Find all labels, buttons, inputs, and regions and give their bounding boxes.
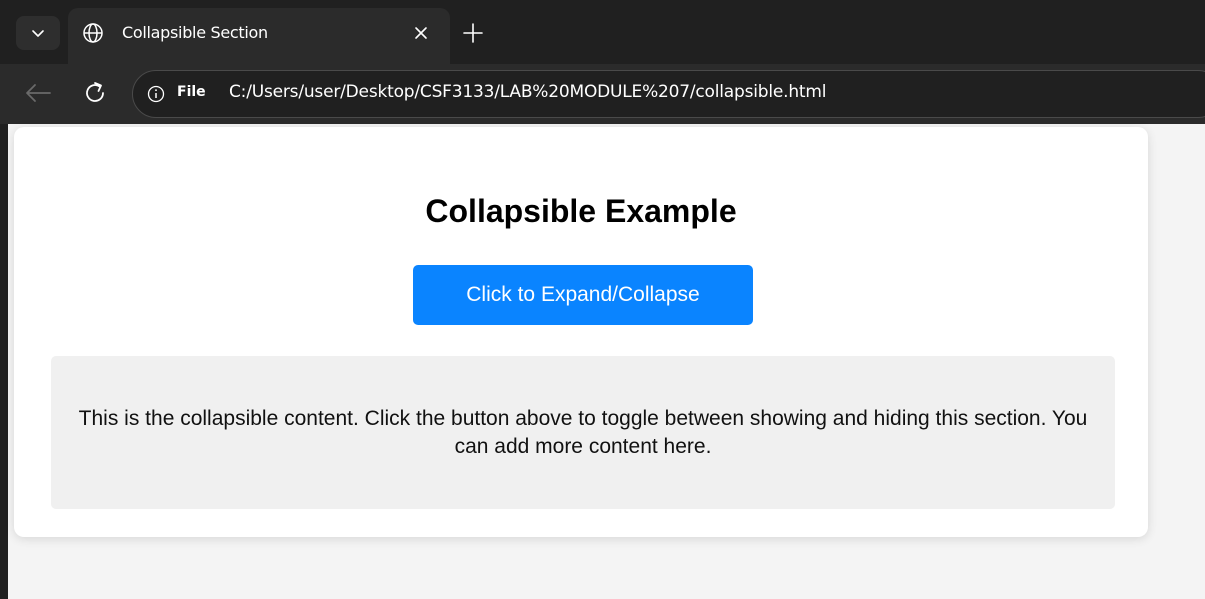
reload-icon[interactable] [82, 80, 108, 106]
tab-title: Collapsible Section [122, 23, 268, 42]
globe-icon [83, 23, 103, 43]
address-bar[interactable]: File C:/Users/user/Desktop/CSF3133/LAB%2… [132, 70, 1205, 118]
page-viewport: Collapsible Example Click to Expand/Coll… [8, 124, 1205, 599]
toggle-button[interactable]: Click to Expand/Collapse [413, 265, 753, 325]
tab-search-icon [32, 30, 44, 37]
url-text[interactable]: C:/Users/user/Desktop/CSF3133/LAB%20MODU… [229, 82, 826, 102]
tab-search-button[interactable] [16, 16, 60, 50]
container-card: Collapsible Example Click to Expand/Coll… [14, 127, 1148, 537]
tab-strip: Collapsible Section [0, 0, 1205, 64]
info-icon[interactable] [147, 85, 165, 103]
scheme-label: File [177, 84, 206, 100]
collapsible-content: This is the collapsible content. Click t… [51, 356, 1115, 509]
back-arrow-icon[interactable] [24, 81, 52, 105]
close-icon[interactable] [412, 24, 430, 42]
page-heading: Collapsible Example [425, 193, 737, 229]
browser-toolbar: File C:/Users/user/Desktop/CSF3133/LAB%2… [0, 64, 1205, 124]
plus-icon[interactable] [462, 22, 484, 44]
active-tab[interactable]: Collapsible Section [68, 8, 450, 64]
collapsible-content-text: This is the collapsible content. Click t… [78, 406, 1088, 458]
